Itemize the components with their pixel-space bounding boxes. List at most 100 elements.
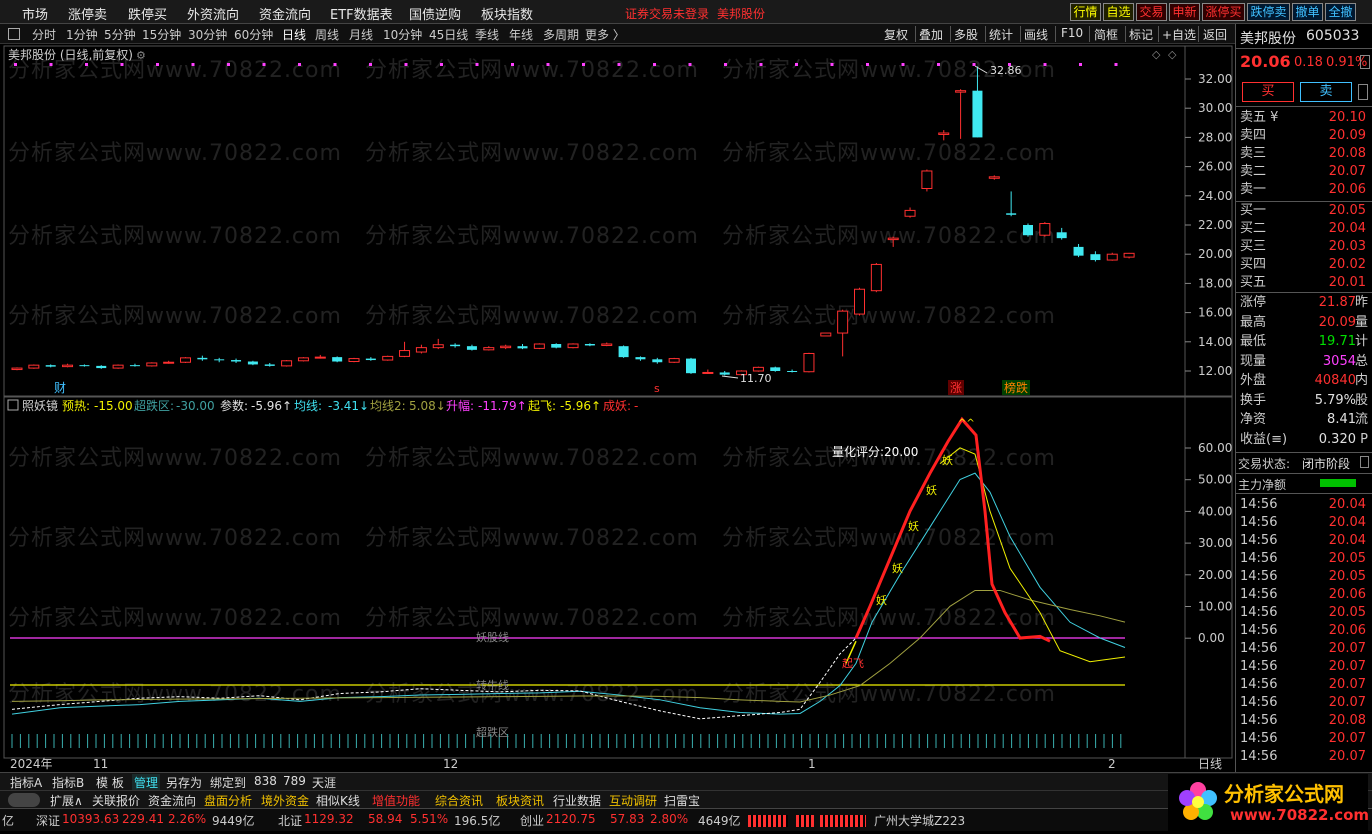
tab-research[interactable]: 互动调研	[609, 792, 657, 809]
btn-ipo[interactable]: 申新	[1169, 3, 1200, 21]
buy-button[interactable]: 买	[1242, 82, 1294, 102]
btn-watchlist[interactable]: 自选	[1103, 3, 1134, 21]
btn-mark[interactable]: 标记	[1129, 26, 1153, 43]
toggle-switch-icon[interactable]	[8, 793, 40, 807]
period-quarterly[interactable]: 季线	[475, 26, 499, 43]
indicator-toggle-icon[interactable]	[7, 399, 19, 411]
tab-capital-flow[interactable]: 资金流向	[148, 792, 196, 809]
state-icon[interactable]	[1360, 456, 1369, 468]
ask-row[interactable]: 卖五 ¥ 20.10	[1240, 109, 1368, 127]
period-60min[interactable]: 60分钟	[234, 26, 273, 43]
tab-manage[interactable]: 管理	[132, 774, 161, 791]
bid-row[interactable]: 买三 20.03	[1240, 238, 1368, 256]
menu-market[interactable]: 市场	[22, 4, 48, 23]
tab-related-quote[interactable]: 关联报价	[92, 792, 140, 809]
stat-row[interactable]: 外盘 40840 内	[1240, 372, 1368, 390]
period-monthly[interactable]: 月线	[349, 26, 373, 43]
btn-stats[interactable]: 统计	[989, 26, 1013, 43]
period-5min[interactable]: 5分钟	[104, 26, 136, 43]
period-45day[interactable]: 45日线	[429, 26, 468, 43]
trade-expand-icon[interactable]	[1358, 84, 1368, 100]
tick-row[interactable]: 14:56 20.07	[1240, 658, 1368, 676]
btn-multi-stock[interactable]: 多股	[954, 26, 978, 43]
tab-template[interactable]: 模 板	[96, 774, 124, 791]
tick-row[interactable]: 14:56 20.07	[1240, 694, 1368, 712]
tab-838[interactable]: 838	[254, 774, 277, 788]
btn-limitup-buy[interactable]: 涨停买	[1202, 3, 1245, 21]
tick-row[interactable]: 14:56 20.06	[1240, 586, 1368, 604]
tab-minesweeper[interactable]: 扫雷宝	[664, 792, 700, 809]
menu-zhangting-sell[interactable]: 涨停卖	[68, 4, 107, 23]
menu-sector-index[interactable]: 板块指数	[481, 4, 533, 23]
btn-add-watch[interactable]: +自选	[1162, 26, 1196, 43]
tab-industry-data[interactable]: 行业数据	[553, 792, 601, 809]
stat-row[interactable]: 最高 20.09 量	[1240, 314, 1368, 332]
bid-row[interactable]: 买四 20.02	[1240, 256, 1368, 274]
btn-simple-frame[interactable]: 简框	[1094, 26, 1118, 43]
tab-bind[interactable]: 绑定到	[210, 774, 246, 791]
btn-draw[interactable]: 画线	[1024, 26, 1048, 43]
tab-similar-kline[interactable]: 相似K线	[316, 792, 360, 809]
btn-adjust[interactable]: 复权	[884, 26, 908, 43]
menu-etf-table[interactable]: ETF数据表	[330, 4, 393, 23]
tick-row[interactable]: 14:56 20.07	[1240, 748, 1368, 766]
tick-row[interactable]: 14:56 20.04	[1240, 532, 1368, 550]
diamond-icon[interactable]: ◇	[1152, 48, 1161, 61]
ask-row[interactable]: 卖一 20.06	[1240, 181, 1368, 199]
tab-value-added[interactable]: 增值功能	[372, 792, 420, 809]
period-daily[interactable]: 日线	[282, 26, 306, 43]
panel-expand-icon[interactable]	[1360, 55, 1370, 69]
period-yearly[interactable]: 年线	[509, 26, 533, 43]
settings-icon[interactable]: ⚙	[136, 49, 146, 62]
stat-row[interactable]: 收益(≡) 0.320 P	[1240, 431, 1368, 449]
stat-row[interactable]: 现量 3054 总	[1240, 353, 1368, 371]
tab-foreign-capital[interactable]: 境外资金	[261, 792, 309, 809]
btn-limitdown-sell[interactable]: 跌停卖	[1247, 3, 1290, 21]
period-30min[interactable]: 30分钟	[188, 26, 227, 43]
period-1min[interactable]: 1分钟	[66, 26, 98, 43]
menu-dieting-buy[interactable]: 跌停买	[128, 4, 167, 23]
panel-toggle-icon[interactable]	[8, 28, 20, 40]
btn-cancel-order[interactable]: 撤单	[1292, 3, 1323, 21]
menu-capital-flow[interactable]: 资金流向	[259, 4, 311, 23]
period-multi[interactable]: 多周期	[543, 26, 579, 43]
stat-row[interactable]: 换手 5.79% 股	[1240, 392, 1368, 410]
collapse-icon[interactable]: ◇	[1168, 48, 1177, 61]
menu-foreign-flow[interactable]: 外资流向	[187, 4, 239, 23]
menu-repo[interactable]: 国债逆购	[409, 4, 461, 23]
chart-area[interactable]: 美邦股份 (日线,前复权) ⚙ ◇ ◇ 32.00 30.00 28.00 26.00…	[0, 44, 1235, 772]
tab-save-as[interactable]: 另存为	[166, 774, 202, 791]
period-weekly[interactable]: 周线	[315, 26, 339, 43]
btn-quote[interactable]: 行情	[1070, 3, 1101, 21]
ask-row[interactable]: 卖四 20.09	[1240, 127, 1368, 145]
tab-sector-news[interactable]: 板块资讯	[496, 792, 544, 809]
tab-789[interactable]: 789	[283, 774, 306, 788]
bid-row[interactable]: 买一 20.05	[1240, 202, 1368, 220]
stat-row[interactable]: 净资 8.41 流	[1240, 411, 1368, 429]
period-10min[interactable]: 10分钟	[383, 26, 422, 43]
btn-trade[interactable]: 交易	[1136, 3, 1167, 21]
tick-row[interactable]: 14:56 20.04	[1240, 496, 1368, 514]
sz-label[interactable]: 深证	[36, 812, 60, 829]
btn-f10[interactable]: F10	[1061, 26, 1083, 40]
sell-button[interactable]: 卖	[1300, 82, 1352, 102]
period-timeshare[interactable]: 分时	[32, 26, 56, 43]
tick-row[interactable]: 14:56 20.07	[1240, 640, 1368, 658]
tab-expand[interactable]: 扩展∧	[50, 792, 83, 809]
btn-overlay[interactable]: 叠加	[919, 26, 943, 43]
stat-row[interactable]: 最低 19.71 计	[1240, 333, 1368, 351]
tab-indicator-a[interactable]: 指标A	[10, 774, 42, 791]
bz-label[interactable]: 北证	[278, 812, 302, 829]
tick-row[interactable]: 14:56 20.07	[1240, 676, 1368, 694]
bid-row[interactable]: 买五 20.01	[1240, 274, 1368, 292]
tick-row[interactable]: 14:56 20.04	[1240, 514, 1368, 532]
tab-news[interactable]: 综合资讯	[435, 792, 483, 809]
tick-row[interactable]: 14:56 20.07	[1240, 730, 1368, 748]
bid-row[interactable]: 买二 20.04	[1240, 220, 1368, 238]
tab-market-analysis[interactable]: 盘面分析	[204, 792, 252, 809]
btn-back[interactable]: 返回	[1203, 26, 1227, 43]
tick-row[interactable]: 14:56 20.05	[1240, 604, 1368, 622]
tick-row[interactable]: 14:56 20.05	[1240, 550, 1368, 568]
cy-label[interactable]: 创业	[520, 812, 544, 829]
period-15min[interactable]: 15分钟	[142, 26, 181, 43]
